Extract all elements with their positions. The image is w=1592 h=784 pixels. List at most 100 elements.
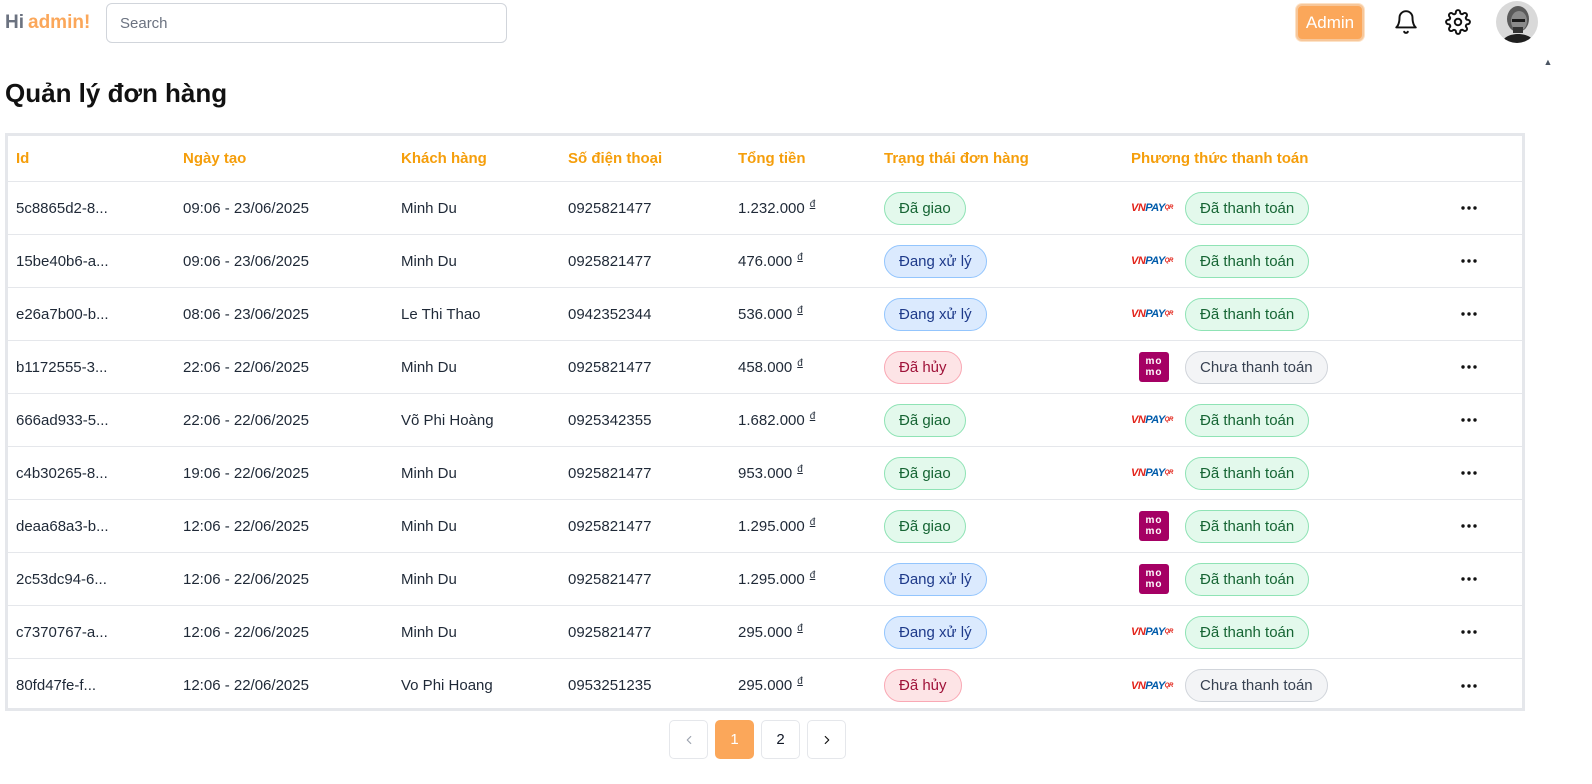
more-actions-icon[interactable]	[1456, 182, 1482, 234]
currency-symbol: đ	[797, 676, 803, 687]
role-button[interactable]: Admin	[1296, 4, 1364, 41]
table-row[interactable]: c7370767-a... 12:06 - 22/06/2025 Minh Du 09…	[8, 606, 1522, 659]
table-header-row: Id Ngày tạo Khách hàng Số điện thoại Tổn…	[8, 136, 1522, 182]
cell-phone: 0925342355	[568, 411, 652, 429]
cell-payment: mo mo Đã thanh toán	[1131, 553, 1310, 605]
vnpay-logo-icon: VN PAY QR	[1131, 202, 1173, 214]
cell-created-date: 08:06 - 23/06/2025	[183, 305, 309, 323]
cell-order-status: Đã giao	[884, 394, 966, 446]
payment-status-badge: Chưa thanh toán	[1185, 350, 1328, 384]
cell-payment: VN PAY QR Đã thanh toán	[1131, 606, 1310, 658]
total-amount: 1.232.000	[738, 199, 805, 217]
cell-phone: 0925821477	[568, 570, 652, 588]
cell-customer: Minh Du	[401, 623, 457, 641]
cell-customer: Minh Du	[401, 252, 457, 270]
cell-phone: 0925821477	[568, 517, 652, 535]
currency-symbol: đ	[809, 569, 816, 581]
more-actions-icon[interactable]	[1456, 235, 1482, 287]
greeting-hi: Hi	[5, 12, 24, 33]
more-actions-icon[interactable]	[1456, 394, 1482, 446]
cell-customer: Minh Du	[401, 570, 457, 588]
table-row[interactable]: 80fd47fe-f... 12:06 - 22/06/2025 Vo Phi Ho…	[8, 659, 1522, 712]
gear-icon[interactable]	[1444, 8, 1472, 36]
currency-symbol: đ	[797, 357, 803, 369]
more-actions-icon[interactable]	[1456, 500, 1482, 552]
cell-customer: Vo Phi Hoang	[401, 677, 493, 694]
cell-order-id: deaa68a3-b...	[16, 517, 109, 535]
table-row[interactable]: 2c53dc94-6... 12:06 - 22/06/2025 Minh Du 09…	[8, 553, 1522, 606]
cell-payment: VN PAY QR Đã thanh toán	[1131, 447, 1310, 499]
scroll-up-arrow-icon[interactable]: ▲	[1543, 57, 1553, 67]
more-actions-icon[interactable]	[1456, 659, 1482, 712]
momo-logo-icon: mo mo	[1131, 564, 1177, 594]
cell-total: 295.000 đ	[738, 659, 803, 712]
search-input[interactable]	[106, 3, 507, 43]
cell-total: 476.000 đ	[738, 235, 803, 287]
currency-symbol: đ	[797, 463, 803, 475]
column-header-phone: Số điện thoại	[568, 150, 663, 167]
table-row[interactable]: e26a7b00-b... 08:06 - 23/06/2025 Le Thi Th…	[8, 288, 1522, 341]
chevron-right-icon	[824, 735, 829, 744]
order-status-badge: Đang xử lý	[884, 615, 987, 649]
cell-created-date: 09:06 - 23/06/2025	[183, 252, 309, 270]
more-actions-icon[interactable]	[1456, 447, 1482, 499]
cell-phone: 0942352344	[568, 305, 652, 323]
more-actions-icon[interactable]	[1456, 341, 1482, 393]
cell-order-status: Đã giao	[884, 447, 966, 499]
cell-phone: 0925821477	[568, 623, 652, 641]
cell-order-id: 80fd47fe-f...	[16, 677, 97, 694]
table-row[interactable]: b1172555-3... 22:06 - 22/06/2025 Minh Du 09…	[8, 341, 1522, 394]
cell-order-id: e26a7b00-b...	[16, 305, 109, 323]
order-status-badge: Đã giao	[884, 191, 966, 225]
table-row[interactable]: deaa68a3-b... 12:06 - 22/06/2025 Minh Du 09…	[8, 500, 1522, 553]
cell-phone: 0953251235	[568, 677, 652, 694]
cell-order-id: 15be40b6-a...	[16, 252, 109, 270]
cell-payment: VN PAY QR Đã thanh toán	[1131, 394, 1310, 446]
column-header-id: Id	[16, 150, 30, 167]
page-button-2[interactable]: 2	[761, 720, 800, 759]
cell-order-id: c4b30265-8...	[16, 464, 108, 482]
cell-order-status: Đang xử lý	[884, 606, 987, 658]
more-actions-icon[interactable]	[1456, 288, 1482, 340]
payment-status-badge: Đã thanh toán	[1185, 191, 1310, 225]
more-actions-icon[interactable]	[1456, 553, 1482, 605]
cell-customer: Le Thi Thao	[401, 305, 481, 323]
page-button-1[interactable]: 1	[715, 720, 754, 759]
cell-order-status: Đang xử lý	[884, 553, 987, 605]
payment-status-badge: Đã thanh toán	[1185, 562, 1310, 596]
cell-total: 1.232.000 đ	[738, 182, 815, 234]
cell-payment: VN PAY QR Đã thanh toán	[1131, 235, 1310, 287]
table-row[interactable]: 15be40b6-a... 09:06 - 23/06/2025 Minh Du 09…	[8, 235, 1522, 288]
currency-symbol: đ	[809, 516, 816, 528]
cell-order-status: Đã hủy	[884, 659, 962, 712]
total-amount: 295.000	[738, 623, 793, 641]
cell-phone: 0925821477	[568, 464, 652, 482]
order-status-badge: Đã giao	[884, 403, 966, 437]
cell-order-status: Đã hủy	[884, 341, 962, 393]
momo-logo-icon: mo mo	[1131, 511, 1177, 541]
cell-total: 1.682.000 đ	[738, 394, 815, 446]
payment-status-badge: Đã thanh toán	[1185, 456, 1310, 490]
table-row[interactable]: c4b30265-8... 19:06 - 22/06/2025 Minh Du 09…	[8, 447, 1522, 500]
bell-icon[interactable]	[1392, 8, 1420, 36]
prev-page-button[interactable]	[669, 720, 708, 759]
cell-total: 295.000 đ	[738, 606, 803, 658]
order-status-badge: Đã hủy	[884, 669, 962, 702]
currency-symbol: đ	[809, 410, 816, 422]
order-status-badge: Đã giao	[884, 509, 966, 543]
total-amount: 458.000	[738, 358, 793, 376]
orders-table: Id Ngày tạo Khách hàng Số điện thoại Tổn…	[5, 133, 1525, 711]
cell-order-status: Đã giao	[884, 182, 966, 234]
cell-created-date: 12:06 - 22/06/2025	[183, 517, 309, 535]
more-actions-icon[interactable]	[1456, 606, 1482, 658]
cell-created-date: 19:06 - 22/06/2025	[183, 464, 309, 482]
payment-status-badge: Đã thanh toán	[1185, 244, 1310, 278]
avatar[interactable]	[1496, 1, 1538, 43]
payment-status-badge: Chưa thanh toán	[1185, 669, 1328, 702]
order-status-badge: Đã hủy	[884, 350, 962, 384]
cell-created-date: 12:06 - 22/06/2025	[183, 623, 309, 641]
next-page-button[interactable]	[807, 720, 846, 759]
order-status-badge: Đang xử lý	[884, 297, 987, 331]
table-row[interactable]: 666ad933-5... 22:06 - 22/06/2025 Võ Phi Ho…	[8, 394, 1522, 447]
table-row[interactable]: 5c8865d2-8... 09:06 - 23/06/2025 Minh Du 09…	[8, 182, 1522, 235]
